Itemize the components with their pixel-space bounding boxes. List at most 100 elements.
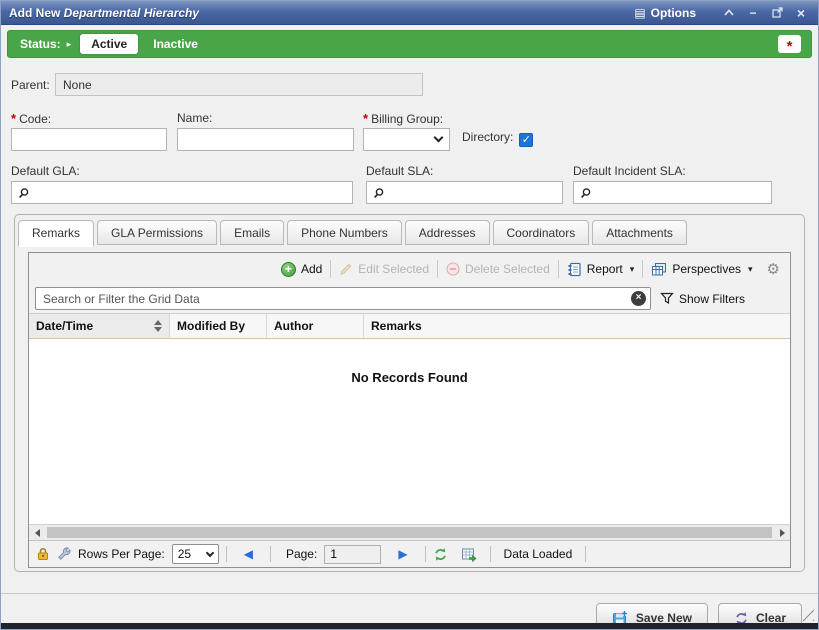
previous-page-button[interactable]: ◀ xyxy=(240,547,257,561)
default-gla-label: Default GLA: xyxy=(11,164,353,178)
close-icon: × xyxy=(797,5,805,21)
default-sla-input[interactable] xyxy=(366,181,563,204)
defaults-row: Default GLA: Default SLA: Default Incide… xyxy=(1,164,818,204)
tab-addresses[interactable]: Addresses xyxy=(405,220,490,245)
column-header-remarks[interactable]: Remarks xyxy=(364,314,790,338)
tab-phone-numbers[interactable]: Phone Numbers xyxy=(287,220,402,245)
perspectives-icon xyxy=(651,262,667,277)
check-icon: ✓ xyxy=(522,134,531,146)
grid-search-input[interactable] xyxy=(35,287,651,310)
refresh-icon xyxy=(433,547,448,562)
parent-input[interactable] xyxy=(55,73,423,96)
minimize-icon: − xyxy=(749,6,756,20)
status-option-inactive[interactable]: Inactive xyxy=(153,37,198,51)
export-grid-button[interactable] xyxy=(461,547,477,562)
filter-funnel-icon xyxy=(660,292,674,305)
parent-field-row: Parent: xyxy=(11,73,818,96)
popout-icon xyxy=(772,7,783,18)
popout-button[interactable] xyxy=(768,4,786,22)
column-header-author[interactable]: Author xyxy=(267,314,364,338)
column-header-date-time[interactable]: Date/Time xyxy=(29,314,170,338)
directory-label: Directory: xyxy=(462,130,513,144)
edit-selected-button[interactable]: Edit Selected xyxy=(331,262,437,276)
pencil-icon xyxy=(339,262,353,276)
column-header-modified-by[interactable]: Modified By xyxy=(170,314,267,338)
required-icon: * xyxy=(363,111,368,126)
tab-coordinators[interactable]: Coordinators xyxy=(493,220,590,245)
title-bar: Add New Departmental Hierarchy ▤ Options… xyxy=(1,1,818,25)
wrench-icon[interactable] xyxy=(57,547,71,561)
tab-strip: Remarks GLA Permissions Emails Phone Num… xyxy=(15,215,804,245)
clear-search-button[interactable]: × xyxy=(631,291,646,306)
search-icon xyxy=(18,187,30,199)
lock-icon[interactable] xyxy=(36,547,50,561)
show-filters-button[interactable]: Show Filters xyxy=(660,292,784,306)
name-label: Name: xyxy=(177,111,354,125)
billing-group-label: Billing Group: xyxy=(371,112,443,126)
next-page-button[interactable]: ▶ xyxy=(394,547,411,561)
page-number-input[interactable] xyxy=(324,545,381,564)
chevron-down-icon: ▾ xyxy=(630,264,635,275)
billing-group-select[interactable] xyxy=(363,128,450,151)
fields-row: *Code: Name: *Billing Group: Directory: … xyxy=(1,111,818,151)
delete-selected-button[interactable]: Delete Selected xyxy=(438,262,558,276)
dialog-window: Add New Departmental Hierarchy ▤ Options… xyxy=(0,0,819,630)
default-gla-input[interactable] xyxy=(11,181,353,204)
options-icon: ▤ xyxy=(634,6,645,20)
sort-icon xyxy=(154,320,162,332)
directory-checkbox[interactable]: ✓ xyxy=(519,133,533,147)
status-label: Status: xyxy=(20,37,61,51)
horizontal-scrollbar[interactable] xyxy=(29,524,790,540)
status-option-active[interactable]: Active xyxy=(80,34,138,54)
collapse-button[interactable] xyxy=(720,4,738,22)
perspectives-dropdown[interactable]: Perspectives ▾ xyxy=(643,262,760,277)
page-label: Page: xyxy=(286,547,317,561)
default-sla-label: Default SLA: xyxy=(366,164,563,178)
grid-footer: Rows Per Page: 25 ◀ Page: ▶ xyxy=(29,540,790,567)
rows-per-page-label: Rows Per Page: xyxy=(78,547,165,561)
tab-attachments[interactable]: Attachments xyxy=(592,220,687,245)
tab-gla-permissions[interactable]: GLA Permissions xyxy=(97,220,217,245)
minimize-button[interactable]: − xyxy=(744,4,762,22)
scroll-right-button[interactable] xyxy=(774,525,790,540)
window-title: Add New Departmental Hierarchy xyxy=(9,6,634,20)
options-menu-button[interactable]: ▤ Options xyxy=(634,6,696,20)
grid-toolbar: + Add Edit Selected Delete Selected Repo… xyxy=(29,253,790,285)
name-input[interactable] xyxy=(177,128,354,151)
export-grid-icon xyxy=(461,547,477,562)
code-input[interactable] xyxy=(11,128,167,151)
chevron-down-icon: ▾ xyxy=(748,264,753,275)
default-incident-sla-input[interactable] xyxy=(573,181,772,204)
rows-per-page-select[interactable]: 25 xyxy=(172,544,219,564)
circle-minus-icon xyxy=(446,262,460,276)
status-arrow-icon: ▸ xyxy=(67,39,72,50)
clear-search-icon: × xyxy=(636,292,642,303)
report-icon xyxy=(567,262,582,277)
grid-status-text: Data Loaded xyxy=(504,547,573,561)
add-button[interactable]: + Add xyxy=(273,262,330,277)
report-dropdown[interactable]: Report ▾ xyxy=(559,262,643,277)
required-fields-button[interactable]: * xyxy=(778,35,801,53)
default-incident-sla-label: Default Incident SLA: xyxy=(573,164,772,178)
search-icon xyxy=(373,187,385,199)
grid-empty-message: No Records Found xyxy=(29,339,790,524)
close-button[interactable]: × xyxy=(792,4,810,22)
gear-icon[interactable]: ⚙ xyxy=(761,260,782,278)
tab-remarks[interactable]: Remarks xyxy=(18,220,94,247)
tab-emails[interactable]: Emails xyxy=(220,220,284,245)
add-icon: + xyxy=(281,262,296,277)
scrollbar-thumb[interactable] xyxy=(47,527,772,538)
chevron-up-icon xyxy=(724,9,734,16)
refresh-button[interactable] xyxy=(433,547,448,562)
tab-widget: Remarks GLA Permissions Emails Phone Num… xyxy=(14,214,805,572)
grid-search-row: × Show Filters xyxy=(29,285,790,313)
required-icon: * xyxy=(11,111,16,126)
chevron-down-icon xyxy=(205,548,213,556)
grid-header: Date/Time Modified By Author Remarks xyxy=(29,313,790,339)
chevron-down-icon xyxy=(434,133,444,143)
code-label: Code: xyxy=(19,112,51,126)
options-label: Options xyxy=(651,6,696,20)
parent-label: Parent: xyxy=(11,78,55,92)
scroll-left-button[interactable] xyxy=(29,525,45,540)
window-bottom-edge xyxy=(1,623,818,629)
